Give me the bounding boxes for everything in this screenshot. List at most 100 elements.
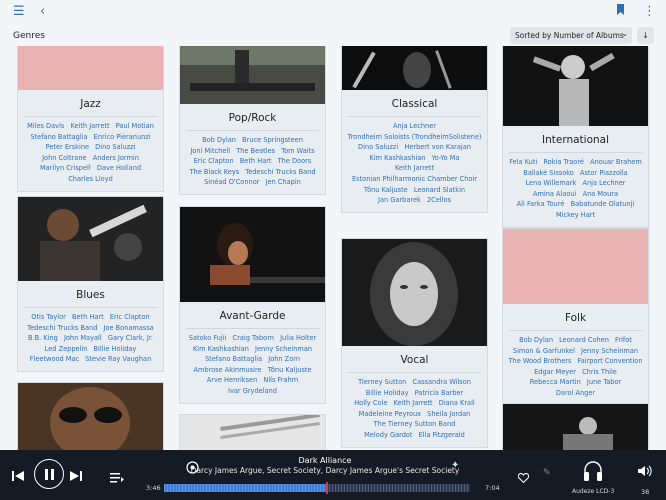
device-name[interactable]: Audeze LCD-3	[572, 488, 614, 495]
artist-link[interactable]: The Beatles	[236, 147, 275, 155]
artist-link[interactable]: Tõnu Kaljuste	[268, 366, 312, 374]
artist-link[interactable]: Bruce Springsteen	[242, 136, 303, 144]
artist-link[interactable]: Billie Holiday	[94, 345, 137, 353]
artist-link[interactable]: John Mayall	[64, 334, 102, 342]
artist-link[interactable]: Ella Fitzgerald	[419, 431, 465, 439]
artist-link[interactable]: The Wood Brothers	[508, 357, 571, 365]
artist-link[interactable]: Peter Erskine	[46, 143, 89, 151]
artist-link[interactable]: Miles Davis	[27, 122, 64, 130]
artist-link[interactable]: Ivar Grydeland	[228, 387, 277, 395]
artist-link[interactable]: Joni Mitchell	[190, 147, 230, 155]
artist-link[interactable]: Craig Taborn	[233, 334, 274, 342]
artist-link[interactable]: Billie Holiday	[366, 389, 409, 397]
artist-link[interactable]: Eric Clapton	[194, 157, 234, 165]
genre-card-avant-garde[interactable]: Avant-Garde Satoko Fujii Craig Taborn Ju…	[179, 206, 326, 404]
artist-link[interactable]: Beth Hart	[72, 313, 104, 321]
artist-link[interactable]: Bob Dylan	[519, 336, 553, 344]
previous-icon[interactable]	[12, 467, 24, 486]
artist-link[interactable]: Astor Piazzolla	[580, 169, 628, 177]
artist-link[interactable]: The Tierney Sutton Band	[374, 420, 456, 428]
artist-link[interactable]: Leonard Cohen	[559, 336, 609, 344]
artist-link[interactable]: Edgar Meyer	[534, 368, 576, 376]
artist-link[interactable]: Charles Lloyd	[68, 175, 113, 183]
unpin-icon[interactable]: ✎	[543, 468, 551, 478]
artist-link[interactable]: Beth Hart	[240, 157, 272, 165]
genre-card-blues[interactable]: Blues Otis Taylor Beth Hart Eric Clapton…	[17, 196, 164, 372]
sort-select[interactable]: Sorted by Number of Albums ⌄	[510, 27, 632, 44]
artist-link[interactable]: Kim Kashkashian	[193, 345, 249, 353]
artist-link[interactable]: Fela Kuti	[509, 158, 537, 166]
artist-link[interactable]: Kim Kashkashian	[370, 154, 426, 162]
artist-link[interactable]: Diana Krall	[439, 399, 475, 407]
artist-link[interactable]: Jan Garbarek	[378, 196, 421, 204]
artist-link[interactable]: Anouar Brahem	[590, 158, 642, 166]
artist-link[interactable]: Anja Lechner	[582, 179, 625, 187]
artist-link[interactable]: Anja Lechner	[393, 122, 436, 130]
genre-card-pop-rock[interactable]: Pop/Rock Bob Dylan Bruce Springsteen Jon…	[179, 46, 326, 195]
artist-link[interactable]: Stefano Battaglia	[205, 355, 262, 363]
genre-card-international[interactable]: International Fela Kuti Rokia Traoré Ano…	[502, 46, 649, 228]
artist-link[interactable]: Tedeschi Trucks Band	[245, 168, 315, 176]
artist-link[interactable]: Tierney Sutton	[358, 378, 406, 386]
artist-link[interactable]: The Black Keys	[189, 168, 239, 176]
track-title[interactable]: Dark Alliance	[180, 456, 470, 465]
artist-link[interactable]: Fairport Convention	[578, 357, 643, 365]
artist-link[interactable]: Julia Holter	[280, 334, 316, 342]
artist-link[interactable]: Sinéad O'Connor	[204, 178, 259, 186]
artist-link[interactable]: Ana Moura	[583, 190, 618, 198]
sort-direction-button[interactable]: ↓	[637, 27, 654, 44]
genre-card-folk[interactable]: Folk Bob Dylan Leonard Cohen Frifot Simo…	[502, 228, 649, 406]
artist-link[interactable]: Bob Dylan	[202, 136, 236, 144]
artist-link[interactable]: Satoko Fujii	[189, 334, 227, 342]
artist-link[interactable]: Chris Thile	[582, 368, 617, 376]
headphones-icon[interactable]	[582, 459, 604, 487]
artist-link[interactable]: Keith Jarrett	[394, 399, 433, 407]
artist-link[interactable]: Dino Saluzzi	[95, 143, 135, 151]
artist-link[interactable]: Fleetwood Mac	[30, 355, 79, 363]
artist-link[interactable]: 2Cellos	[427, 196, 451, 204]
seek-bar[interactable]	[164, 484, 470, 492]
genre-card-partial-2[interactable]	[179, 414, 326, 450]
heart-icon[interactable]	[517, 468, 530, 487]
artist-link[interactable]: Dino Saluzzi	[358, 143, 398, 151]
queue-icon[interactable]	[110, 468, 124, 487]
next-icon[interactable]	[70, 467, 82, 486]
pause-icon[interactable]	[34, 459, 64, 489]
artist-link[interactable]: The Doors	[278, 157, 312, 165]
artist-link[interactable]: Simon & Garfunkel	[513, 347, 575, 355]
artist-link[interactable]: Ballaké Sissoko	[523, 169, 574, 177]
artist-link[interactable]: Rokia Traoré	[543, 158, 584, 166]
artist-link[interactable]: Marilyn Crispell	[40, 164, 91, 172]
track-artist[interactable]: Darcy James Argue, Secret Society, Darcy…	[190, 466, 460, 475]
artist-link[interactable]: Ambrose Akinmusire	[193, 366, 261, 374]
artist-link[interactable]: Jen Chapin	[266, 178, 301, 186]
artist-link[interactable]: Rebecca Martin	[530, 378, 581, 386]
back-icon[interactable]: ‹	[40, 4, 45, 19]
artist-link[interactable]: Arve Henriksen	[207, 376, 258, 384]
artist-link[interactable]: Keith Jarrett	[395, 164, 434, 172]
genre-card-jazz[interactable]: Jazz Miles Davis Keith Jarrett Paul Moti…	[17, 46, 164, 192]
artist-link[interactable]: Herbert von Karajan	[404, 143, 471, 151]
artist-link[interactable]: Tedeschi Trucks Band	[27, 324, 97, 332]
volume-icon[interactable]	[638, 462, 652, 481]
artist-link[interactable]: Joe Bonamassa	[104, 324, 154, 332]
artist-link[interactable]: Nils Frahm	[263, 376, 298, 384]
artist-link[interactable]: Darol Anger	[556, 389, 595, 397]
artist-link[interactable]: John Coltrane	[42, 154, 86, 162]
artist-link[interactable]: Stevie Ray Vaughan	[85, 355, 151, 363]
genre-card-partial[interactable]	[17, 382, 164, 450]
artist-link[interactable]: Jenny Scheinman	[255, 345, 312, 353]
artist-link[interactable]: Jenny Scheinman	[581, 347, 638, 355]
artist-link[interactable]: June Tabor	[587, 378, 621, 386]
artist-link[interactable]: Keith Jarrett	[70, 122, 109, 130]
artist-link[interactable]: Yo-Yo Ma	[432, 154, 460, 162]
artist-link[interactable]: Anders Jormin	[93, 154, 139, 162]
artist-link[interactable]: Paul Motian	[116, 122, 154, 130]
artist-link[interactable]: Trondheim Soloists (TrondheimSolistene)	[348, 133, 482, 141]
artist-link[interactable]: Babatunde Olatunji	[571, 200, 635, 208]
artist-link[interactable]: John Zorn	[268, 355, 300, 363]
artist-link[interactable]: Otis Taylor	[31, 313, 66, 321]
artist-link[interactable]: Tõnu Kaljuste	[364, 186, 408, 194]
artist-link[interactable]: Cassandra Wilson	[412, 378, 470, 386]
artist-link[interactable]: Leonard Slatkin	[414, 186, 465, 194]
